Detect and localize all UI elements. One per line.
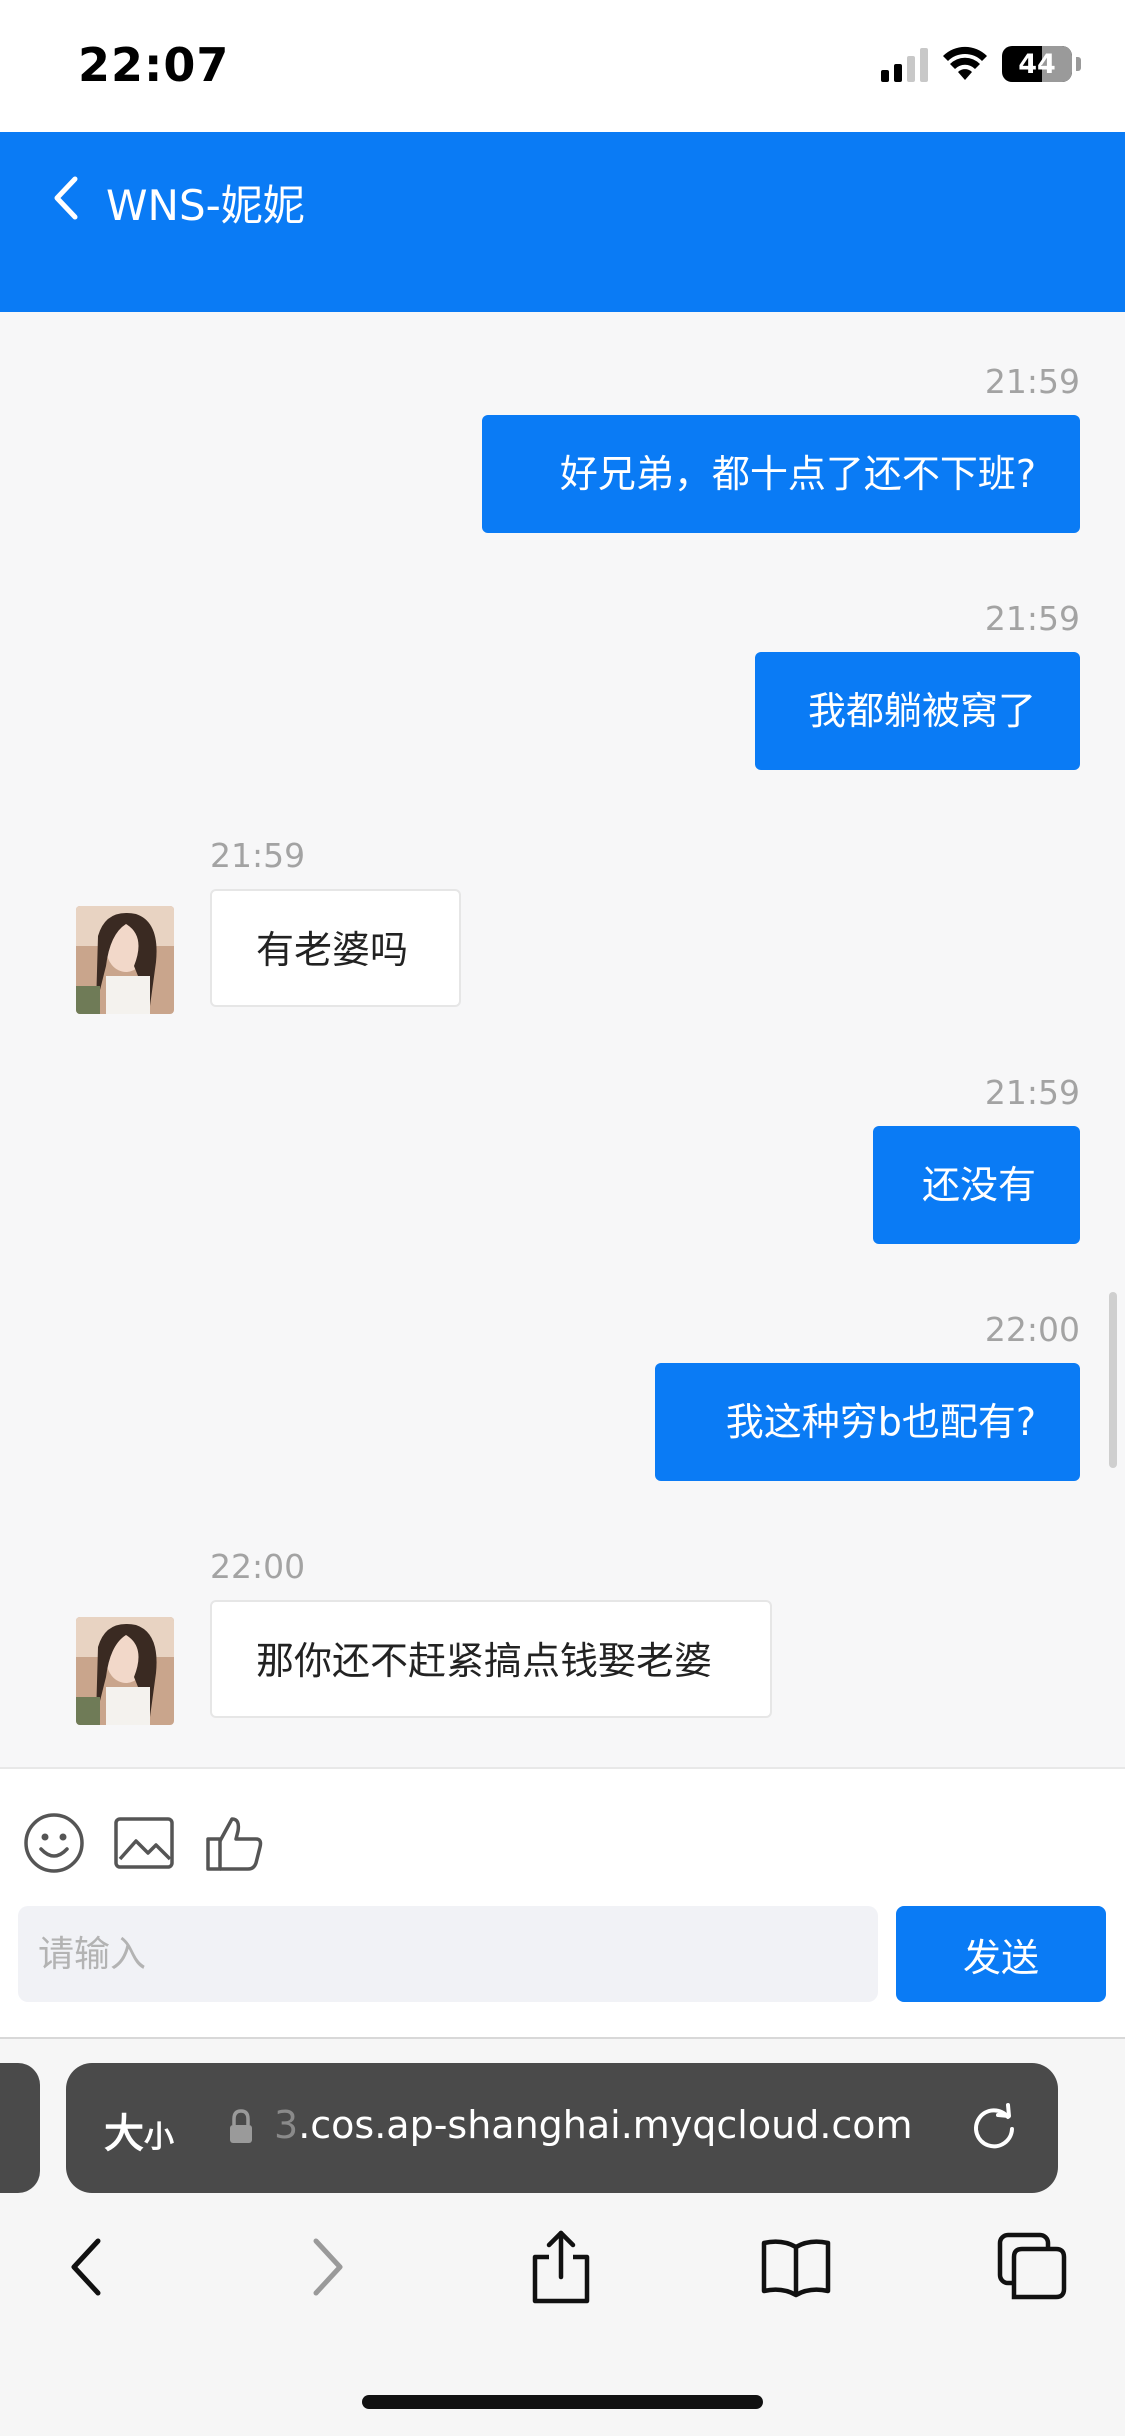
bookmarks-icon [761, 2239, 831, 2298]
avatar[interactable] [76, 1617, 174, 1725]
message-time: 22:00 [210, 1547, 306, 1586]
message-time: 21:59 [210, 836, 306, 875]
text-size-small: 小 [144, 2120, 174, 2155]
message-time: 22:00 [984, 1310, 1080, 1349]
wifi-icon [943, 46, 987, 80]
avatar[interactable] [76, 906, 174, 1014]
url-domain: .cos.ap-shanghai.myqcloud.com [298, 2103, 913, 2147]
message-item: 21:59 好兄弟，都十点了还不下班? [482, 362, 1080, 533]
home-indicator[interactable] [362, 2395, 763, 2409]
previous-tab-peek[interactable] [0, 2063, 40, 2193]
battery-tip [1076, 57, 1081, 71]
message-item: 21:59 我都躺被窝了 [755, 599, 1080, 770]
url-text: 3.cos.ap-shanghai.myqcloud.com [274, 2103, 913, 2147]
status-bar: 22:07 44 [0, 0, 1125, 132]
send-button[interactable]: 发送 [896, 1906, 1106, 2002]
message-bubble-sent[interactable]: 还没有 [873, 1126, 1080, 1244]
browser-back-button[interactable] [48, 2229, 124, 2305]
chat-header: WNS-妮妮 [0, 132, 1125, 312]
message-bubble-received[interactable]: 有老婆吗 [210, 889, 461, 1007]
message-bubble-sent[interactable]: 我这种穷b也配有? [655, 1363, 1080, 1481]
status-time: 22:07 [78, 38, 230, 92]
share-button[interactable] [523, 2229, 599, 2305]
message-list[interactable]: 21:59 好兄弟，都十点了还不下班? 21:59 我都躺被窝了 21:59 有… [0, 312, 1125, 1767]
back-icon [71, 2238, 101, 2296]
browser-forward-button[interactable] [290, 2229, 366, 2305]
status-icons: 44 [881, 46, 1081, 82]
tabs-button[interactable] [994, 2229, 1070, 2305]
message-bubble-sent[interactable]: 好兄弟，都十点了还不下班? [482, 415, 1080, 533]
smiley-icon[interactable] [22, 1811, 86, 1875]
bookmarks-button[interactable] [758, 2229, 834, 2305]
message-item: 21:59 还没有 [873, 1073, 1080, 1244]
chat-title: WNS-妮妮 [106, 181, 305, 230]
address-bar[interactable]: 大小 3.cos.ap-shanghai.myqcloud.com [66, 2063, 1058, 2193]
text-size-big: 大 [104, 2111, 144, 2157]
scrollbar[interactable] [1109, 1292, 1117, 1468]
browser-toolbar: 大小 3.cos.ap-shanghai.myqcloud.com [0, 2037, 1125, 2436]
composer: 发送 [0, 1767, 1125, 2037]
avatar-image [76, 906, 174, 1014]
reload-icon[interactable] [968, 2101, 1020, 2153]
url-faded-prefix: 3 [274, 2103, 299, 2147]
message-bubble-sent[interactable]: 我都躺被窝了 [755, 652, 1080, 770]
battery-level: 44 [1018, 48, 1056, 80]
image-icon[interactable] [112, 1811, 176, 1875]
message-input[interactable] [18, 1906, 878, 2002]
thumbs-up-icon[interactable] [202, 1811, 266, 1875]
message-time: 21:59 [984, 599, 1080, 638]
battery-icon: 44 [1002, 46, 1072, 82]
message-item: 22:00 我这种穷b也配有? [655, 1310, 1080, 1481]
message-time: 21:59 [984, 1073, 1080, 1112]
chevron-left-icon [54, 176, 78, 220]
avatar-image [76, 1617, 174, 1725]
back-button[interactable] [36, 168, 96, 228]
message-time: 21:59 [984, 362, 1080, 401]
text-size-button[interactable]: 大小 [104, 2101, 174, 2159]
forward-icon [313, 2238, 343, 2296]
share-icon [532, 2230, 590, 2304]
cellular-signal-icon [881, 46, 928, 82]
tabs-icon [997, 2232, 1067, 2300]
lock-icon [230, 2109, 252, 2143]
message-bubble-received[interactable]: 那你还不赶紧搞点钱娶老婆 [210, 1600, 772, 1718]
